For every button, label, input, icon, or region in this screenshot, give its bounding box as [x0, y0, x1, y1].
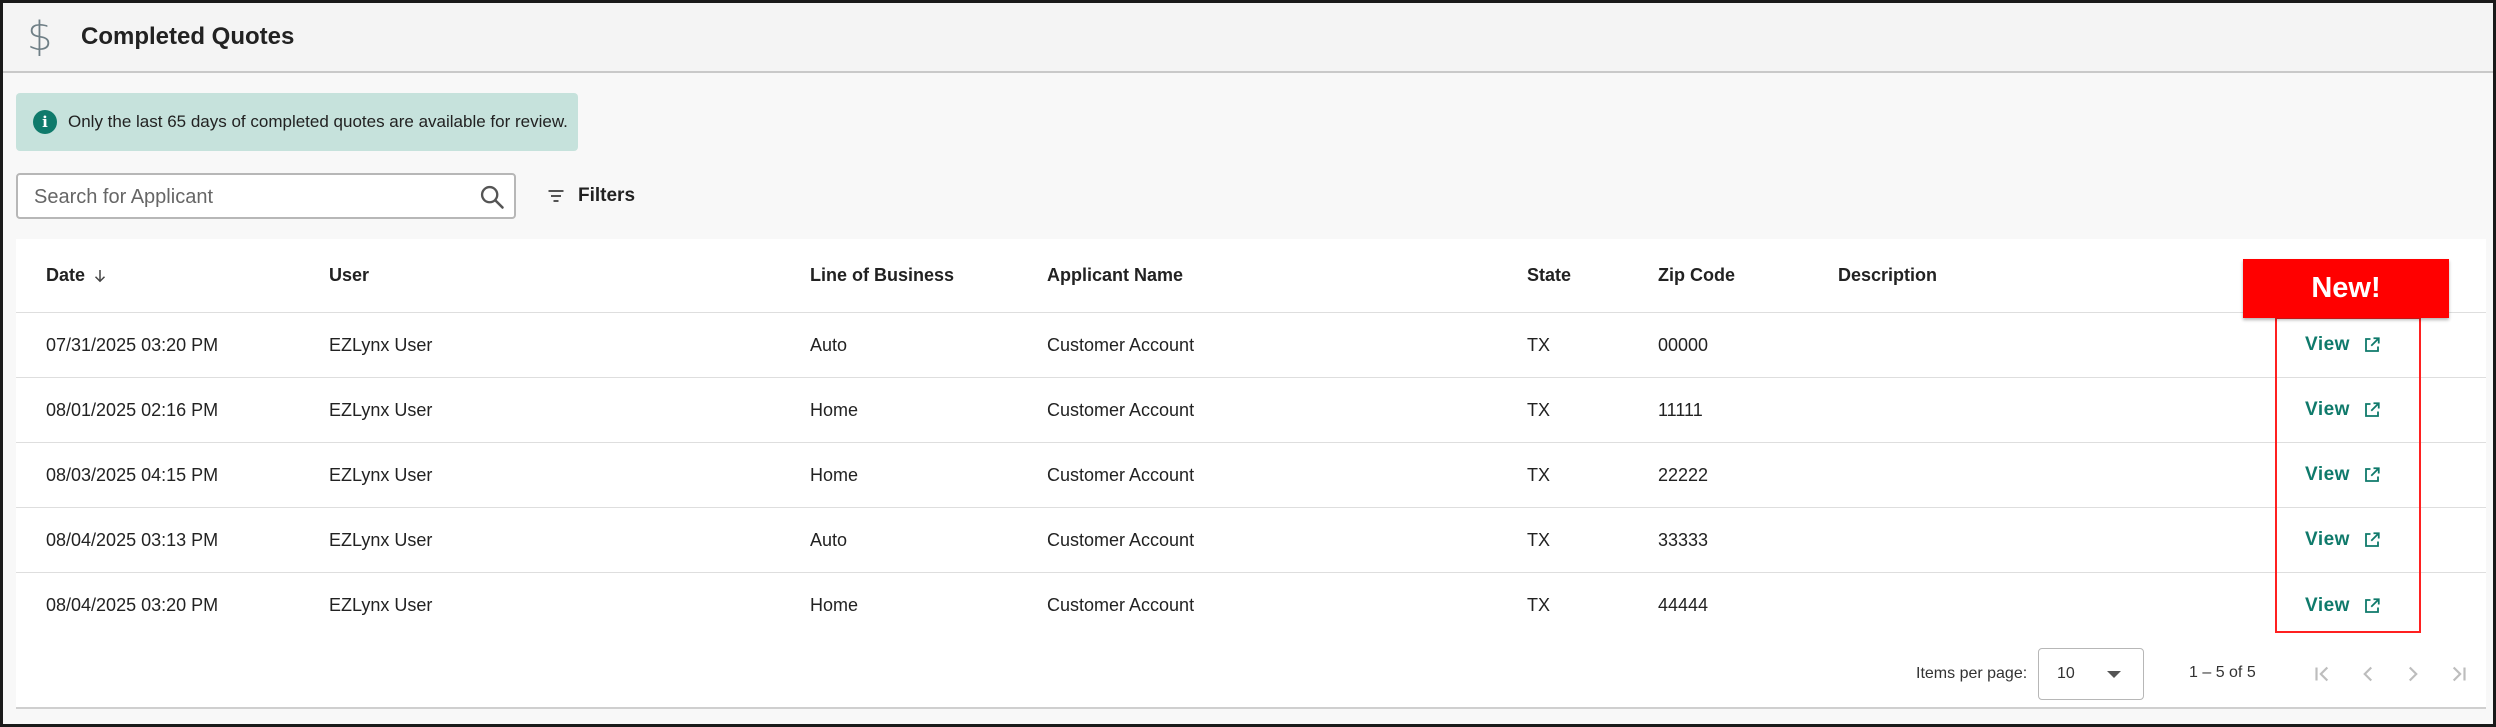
view-link-label: View — [2305, 464, 2350, 485]
page-title: Completed Quotes — [81, 23, 295, 50]
cell-date: 08/01/2025 02:16 PM — [46, 399, 219, 420]
view-link-label: View — [2305, 594, 2350, 616]
previous-page-button[interactable] — [2355, 661, 2381, 687]
next-page-button[interactable] — [2400, 661, 2426, 687]
cell-applicant-name: Customer Account — [1047, 464, 1195, 485]
filters-button[interactable]: Filters — [546, 183, 635, 209]
items-per-page-label: Items per page: — [1916, 665, 2028, 682]
first-page-button[interactable] — [2310, 661, 2336, 687]
quotes-table: Date User Line of Business Applicant Nam… — [16, 239, 2486, 709]
table-row: 08/04/2025 03:20 PM EZLynx User Home Cus… — [16, 573, 2486, 638]
table-header-row: Date User Line of Business Applicant Nam… — [16, 239, 2486, 313]
items-per-page-select[interactable]: 10 — [2038, 648, 2144, 700]
filters-label: Filters — [578, 185, 636, 206]
cell-state: TX — [1527, 334, 1551, 355]
table-row: 08/03/2025 04:15 PM EZLynx User Home Cus… — [16, 443, 2486, 508]
cell-user: EZLynx User — [329, 464, 433, 485]
cell-state: TX — [1527, 529, 1551, 550]
view-link[interactable]: View — [2305, 529, 2381, 551]
open-in-new-icon — [2365, 467, 2380, 482]
chevron-left-icon — [2363, 666, 2373, 682]
cell-line-of-business: Auto — [810, 529, 848, 550]
cell-date: 08/04/2025 03:20 PM — [46, 595, 219, 615]
search-box[interactable] — [16, 173, 516, 219]
filter-icon — [548, 190, 564, 202]
info-banner: i Only the last 65 days of completed quo… — [16, 93, 578, 151]
cell-zip-code: 44444 — [1658, 595, 1709, 615]
view-link-label: View — [2305, 399, 2350, 420]
cell-action: View — [2305, 443, 2381, 507]
table-row: 08/01/2025 02:16 PM EZLynx User Home Cus… — [16, 378, 2486, 443]
column-header-zip-code[interactable]: Zip Code — [1658, 239, 1735, 312]
cell-date: 07/31/2025 03:20 PM — [46, 334, 219, 355]
cell-line-of-business: Home — [810, 399, 859, 420]
dollar-icon: $ — [27, 14, 53, 60]
cell-line-of-business: Home — [810, 464, 859, 485]
cell-user: EZLynx User — [329, 529, 433, 550]
cell-user: EZLynx User — [329, 334, 433, 355]
arrow-down-icon — [94, 269, 106, 282]
column-header-date[interactable]: Date — [46, 239, 109, 312]
open-in-new-icon — [2365, 532, 2380, 547]
cell-date: 08/03/2025 04:15 PM — [46, 464, 219, 485]
page-range-label: 1 – 5 of 5 — [2189, 664, 2256, 681]
cell-zip-code: 33333 — [1658, 529, 1709, 550]
column-header-date-label: Date — [46, 265, 86, 285]
cell-zip-code: 00000 — [1658, 334, 1709, 355]
open-in-new-icon — [2365, 402, 2380, 417]
cell-action: View — [2305, 573, 2381, 638]
cell-action: View — [2305, 313, 2381, 377]
column-header-state[interactable]: State — [1527, 239, 1571, 312]
view-link[interactable]: View — [2305, 399, 2381, 421]
chevron-right-icon — [2408, 666, 2418, 682]
cell-state: TX — [1527, 464, 1551, 485]
open-in-new-icon — [2365, 337, 2380, 352]
page-header: $ Completed Quotes — [3, 3, 2493, 73]
table-row: 07/31/2025 03:20 PM EZLynx User Auto Cus… — [16, 313, 2486, 378]
cell-applicant-name: Customer Account — [1047, 399, 1195, 420]
search-icon[interactable] — [478, 183, 506, 211]
column-header-applicant-name[interactable]: Applicant Name — [1047, 239, 1183, 312]
last-page-button[interactable] — [2445, 661, 2471, 687]
cell-state: TX — [1527, 595, 1551, 615]
cell-zip-code: 11111 — [1658, 399, 1703, 420]
cell-applicant-name: Customer Account — [1047, 595, 1195, 615]
column-header-line-of-business[interactable]: Line of Business — [810, 239, 954, 312]
info-icon: i — [33, 110, 57, 134]
table-row: 08/04/2025 03:13 PM EZLynx User Auto Cus… — [16, 508, 2486, 573]
cell-action: View — [2305, 378, 2381, 442]
cell-user: EZLynx User — [329, 399, 433, 420]
open-in-new-icon — [2365, 597, 2380, 613]
view-link[interactable]: View — [2305, 595, 2381, 617]
new-badge: New! — [2243, 259, 2449, 318]
cell-applicant-name: Customer Account — [1047, 334, 1195, 355]
view-link[interactable]: View — [2305, 464, 2381, 486]
app-frame: $ Completed Quotes i Only the last 65 da… — [0, 0, 2496, 727]
cell-date: 08/04/2025 03:13 PM — [46, 529, 219, 550]
caret-down-icon — [2107, 671, 2121, 678]
items-per-page-value: 10 — [2057, 665, 2075, 682]
view-link-label: View — [2305, 529, 2350, 550]
paginator: Items per page: 10 1 – 5 of 5 — [16, 639, 2486, 709]
last-page-icon — [2452, 666, 2466, 682]
search-input[interactable] — [34, 183, 454, 211]
cell-zip-code: 22222 — [1658, 464, 1709, 485]
cell-action: View — [2305, 508, 2381, 572]
view-link-label: View — [2305, 334, 2350, 355]
cell-state: TX — [1527, 399, 1551, 420]
cell-user: EZLynx User — [329, 595, 433, 615]
info-banner-text: Only the last 65 days of completed quote… — [68, 112, 568, 131]
cell-applicant-name: Customer Account — [1047, 529, 1195, 550]
cell-line-of-business: Home — [810, 595, 859, 615]
first-page-icon — [2315, 666, 2329, 682]
column-header-user[interactable]: User — [329, 239, 369, 312]
cell-line-of-business: Auto — [810, 334, 848, 355]
view-link[interactable]: View — [2305, 334, 2381, 356]
column-header-description[interactable]: Description — [1838, 239, 1937, 312]
